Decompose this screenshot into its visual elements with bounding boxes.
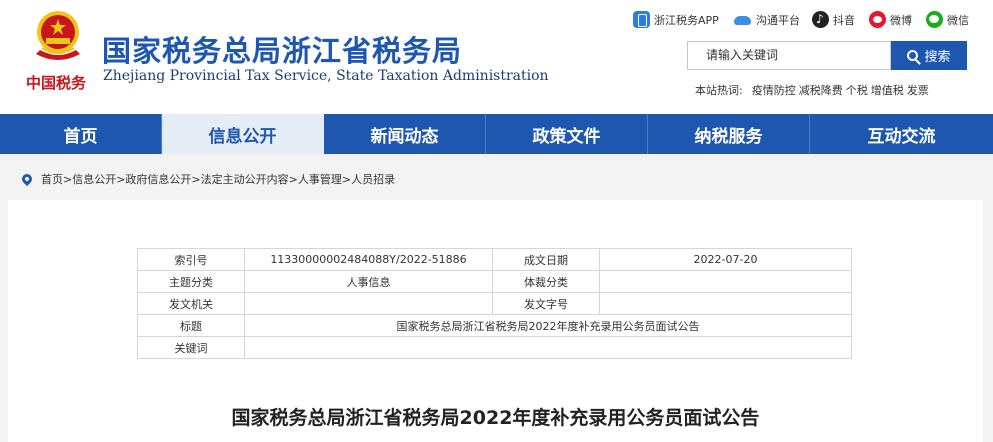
breadcrumb: 首页>信息公开>政府信息公开>法定主动公开内容>人事管理>人员招录 xyxy=(19,171,395,187)
hotword-link[interactable]: 发票 xyxy=(907,84,929,97)
table-row: 索引号 11330000002484088Y/2022-51886 成文日期 2… xyxy=(137,248,852,271)
nav-item-policy[interactable]: 政策文件 xyxy=(486,114,648,154)
weibo-icon xyxy=(869,11,886,28)
social-weibo-link[interactable]: 微博 xyxy=(869,11,912,28)
search-icon xyxy=(907,50,919,61)
breadcrumb-path[interactable]: 首页>信息公开>政府信息公开>法定主动公开内容>人事管理>人员招录 xyxy=(41,171,395,187)
site-title[interactable]: 国家税务总局浙江省税务局 xyxy=(102,28,462,70)
meta-label: 发文机关 xyxy=(137,292,245,315)
meta-value xyxy=(599,292,852,315)
meta-value: 2022-07-20 xyxy=(599,248,852,271)
meta-label: 关键词 xyxy=(137,336,245,359)
table-row: 关键词 xyxy=(137,336,852,359)
meta-value xyxy=(244,336,852,359)
wechat-icon xyxy=(926,11,943,28)
location-pin-icon xyxy=(19,171,35,187)
social-platform-link[interactable]: 沟通平台 xyxy=(733,11,800,28)
table-row: 发文机关 发文字号 xyxy=(137,292,852,315)
nav-item-tax-service[interactable]: 纳税服务 xyxy=(648,114,810,154)
hotword-link[interactable]: 减税降费 xyxy=(799,84,843,97)
article-title: 国家税务总局浙江省税务局2022年度补充录用公务员面试公告 xyxy=(231,407,760,429)
meta-label: 发文字号 xyxy=(492,292,600,315)
nav-item-home[interactable]: 首页 xyxy=(0,114,162,154)
meta-value: 国家税务总局浙江省税务局2022年度补充录用公务员面试公告 xyxy=(244,314,852,337)
tax-emblem-icon xyxy=(36,11,80,60)
meta-label: 索引号 xyxy=(137,248,245,271)
article-panel: 索引号 11330000002484088Y/2022-51886 成文日期 2… xyxy=(8,200,983,442)
main-nav: 首页 信息公开 新闻动态 政策文件 纳税服务 互动交流 xyxy=(0,114,993,154)
table-row: 主题分类 人事信息 体裁分类 xyxy=(137,270,852,293)
mobile-app-icon xyxy=(633,11,650,28)
social-douyin-link[interactable]: 抖音 xyxy=(812,11,855,28)
nav-item-news[interactable]: 新闻动态 xyxy=(324,114,486,154)
meta-label: 主题分类 xyxy=(137,270,245,293)
meta-value: 人事信息 xyxy=(244,270,493,293)
social-app-link[interactable]: 浙江税务APP xyxy=(633,11,719,28)
hotword-link[interactable]: 增值税 xyxy=(871,84,904,97)
nav-item-info-disclosure[interactable]: 信息公开 xyxy=(162,114,324,154)
site-subtitle: Zhejiang Provincial Tax Service, State T… xyxy=(103,68,549,84)
meta-value xyxy=(599,270,852,293)
meta-label: 体裁分类 xyxy=(492,270,600,293)
brand-signature: 中国税务 xyxy=(26,74,87,92)
meta-value: 11330000002484088Y/2022-51886 xyxy=(244,248,493,271)
document-meta-table: 索引号 11330000002484088Y/2022-51886 成文日期 2… xyxy=(137,248,852,359)
nav-item-interaction[interactable]: 互动交流 xyxy=(810,114,993,154)
douyin-icon xyxy=(812,11,829,28)
meta-label: 成文日期 xyxy=(492,248,600,271)
meta-label: 标题 xyxy=(137,314,245,337)
site-header: 中国税务 国家税务总局浙江省税务局 Zhejiang Provincial Ta… xyxy=(0,0,993,114)
meta-value xyxy=(244,292,493,315)
hot-keywords: 本站热词: 疫情防控 减税降费 个税 增值税 发票 xyxy=(695,84,929,97)
social-wechat-link[interactable]: 微信 xyxy=(926,11,969,28)
search-input[interactable]: 请输入关键词 xyxy=(687,41,891,70)
hotword-link[interactable]: 个税 xyxy=(846,84,868,97)
table-row: 标题 国家税务总局浙江省税务局2022年度补充录用公务员面试公告 xyxy=(137,314,852,337)
search-button[interactable]: 搜索 xyxy=(891,41,967,70)
hotword-link[interactable]: 疫情防控 xyxy=(752,84,796,97)
cloud-icon xyxy=(733,11,752,28)
